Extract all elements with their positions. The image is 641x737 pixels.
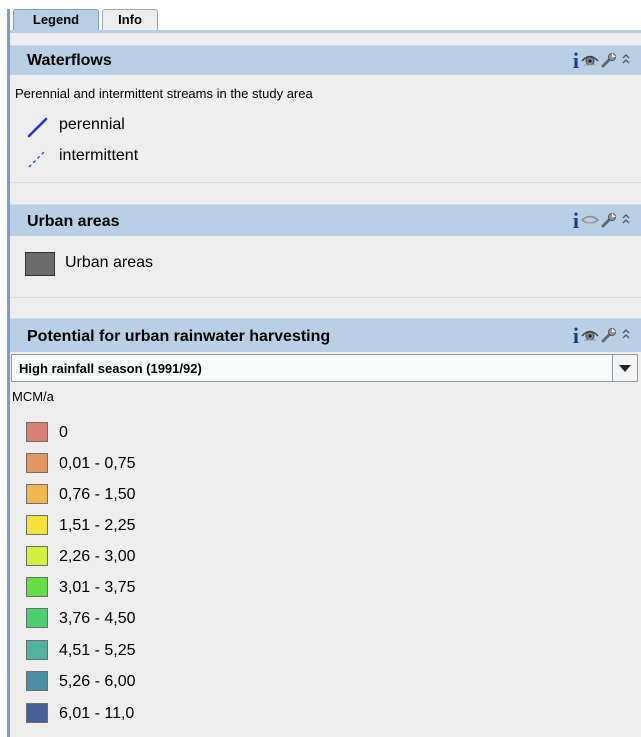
eye-icon[interactable]: [581, 328, 599, 342]
layer-title: Urban areas: [27, 213, 120, 230]
layer-header-urban-areas[interactable]: Urban areas i: [10, 204, 641, 236]
class-label: 1,51 - 2,25: [59, 517, 136, 534]
layer-description: Perennial and intermittent streams in th…: [15, 86, 313, 101]
class-label: 6,01 - 11,0: [59, 705, 135, 722]
layer-title: Potential for urban rainwater harvesting: [27, 328, 331, 345]
symbol-label: Urban areas: [65, 254, 154, 271]
wrench-icon[interactable]: [601, 327, 617, 343]
chevron-up-double-icon[interactable]: [621, 327, 631, 341]
tab-strip: Legend Info: [10, 9, 641, 31]
chevron-down-icon: [619, 365, 631, 372]
color-swatch: [26, 546, 48, 566]
class-label: 2,26 - 3,00: [59, 548, 136, 565]
chevron-up-double-icon[interactable]: [621, 52, 631, 66]
color-swatch: [26, 484, 48, 504]
color-swatch: [26, 453, 48, 473]
perennial-line-icon: [27, 117, 48, 138]
layer-separator: [10, 182, 641, 197]
tab-underline: [10, 30, 641, 33]
color-swatch: [26, 577, 48, 597]
wrench-icon[interactable]: [601, 212, 617, 228]
class-label: 3,76 - 4,50: [59, 610, 136, 627]
class-label: 3,01 - 3,75: [59, 579, 136, 596]
eye-icon[interactable]: [581, 53, 599, 67]
info-icon[interactable]: i: [573, 50, 579, 72]
class-label: 4,51 - 5,25: [59, 642, 136, 659]
color-swatch: [26, 515, 48, 535]
info-icon[interactable]: i: [573, 325, 579, 347]
color-swatch: [26, 671, 48, 691]
color-swatch: [26, 422, 48, 442]
info-icon[interactable]: i: [573, 210, 579, 232]
layer-separator: [10, 297, 641, 312]
symbol-label: perennial: [59, 116, 125, 133]
symbol-label: intermittent: [59, 147, 139, 164]
intermittent-line-icon: [28, 149, 47, 168]
urban-area-swatch: [25, 252, 55, 276]
tab-legend[interactable]: Legend: [13, 9, 99, 30]
eye-closed-icon[interactable]: [580, 213, 600, 227]
color-swatch: [26, 640, 48, 660]
wrench-icon[interactable]: [601, 52, 617, 68]
class-label: 0: [59, 424, 68, 441]
dropdown-selected-value: High rainfall season (1991/92): [19, 361, 202, 376]
layer-header-rainwater-harvesting[interactable]: Potential for urban rainwater harvesting…: [10, 318, 641, 352]
class-label: 0,76 - 1,50: [59, 486, 136, 503]
layer-header-waterflows[interactable]: Waterflows i: [10, 45, 641, 75]
color-swatch: [26, 703, 48, 723]
tab-info[interactable]: Info: [102, 9, 158, 30]
dropdown-arrow-button[interactable]: [612, 355, 637, 381]
chevron-up-double-icon[interactable]: [621, 212, 631, 226]
layer-title: Waterflows: [27, 52, 112, 69]
legend-unit: MCM/a: [12, 389, 54, 404]
period-dropdown[interactable]: High rainfall season (1991/92): [11, 354, 638, 382]
class-label: 5,26 - 6,00: [59, 673, 136, 690]
class-label: 0,01 - 0,75: [59, 455, 136, 472]
color-swatch: [26, 608, 48, 628]
